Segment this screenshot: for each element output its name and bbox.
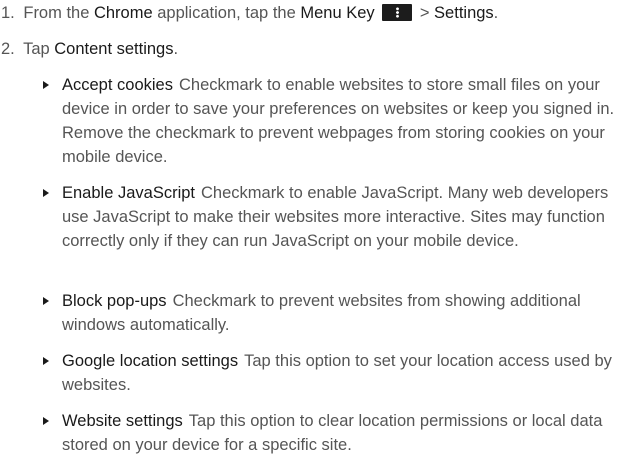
step-text: .	[493, 4, 499, 22]
menu-key-icon	[382, 4, 413, 21]
item-title: Accept cookies	[62, 76, 173, 94]
triangle-bullet-icon	[43, 357, 49, 365]
step-text: Tap	[23, 40, 55, 58]
list-item-enable-javascript: Enable JavaScript Checkmark to enable Jav…	[43, 181, 635, 253]
list-item-block-popups: Block pop-ups Checkmark to prevent websit…	[43, 289, 635, 337]
app-name: Chrome	[93, 4, 153, 22]
item-title: Enable JavaScript	[62, 184, 195, 202]
step-2: 2. Tap Content settings.	[1, 37, 178, 61]
instructions-page: 1. From the Chrome application, tap the …	[0, 0, 638, 465]
triangle-bullet-icon	[43, 189, 49, 197]
step-text: application, tap the	[152, 4, 301, 22]
list-item-website-settings: Website settings Tap this option to clear…	[43, 409, 635, 457]
settings-label: Settings	[434, 4, 494, 22]
list-item-accept-cookies: Accept cookies Checkmark to enable websit…	[43, 73, 635, 169]
menu-key-label: Menu Key	[300, 4, 375, 22]
step-1: 1. From the Chrome application, tap the …	[1, 1, 498, 25]
step-text: From the	[23, 4, 94, 22]
step-text: >	[415, 4, 435, 22]
triangle-bullet-icon	[43, 297, 49, 305]
step-number: 1.	[1, 4, 15, 22]
step-number: 2.	[1, 40, 15, 58]
list-item-google-location-settings: Google location settings Tap this option …	[43, 349, 635, 397]
content-settings-label: Content settings	[54, 40, 174, 58]
triangle-bullet-icon	[43, 417, 49, 425]
item-title: Block pop-ups	[62, 292, 167, 310]
item-title: Google location settings	[62, 352, 239, 370]
triangle-bullet-icon	[43, 81, 49, 89]
item-title: Website settings	[62, 412, 183, 430]
step-text: .	[173, 40, 179, 58]
